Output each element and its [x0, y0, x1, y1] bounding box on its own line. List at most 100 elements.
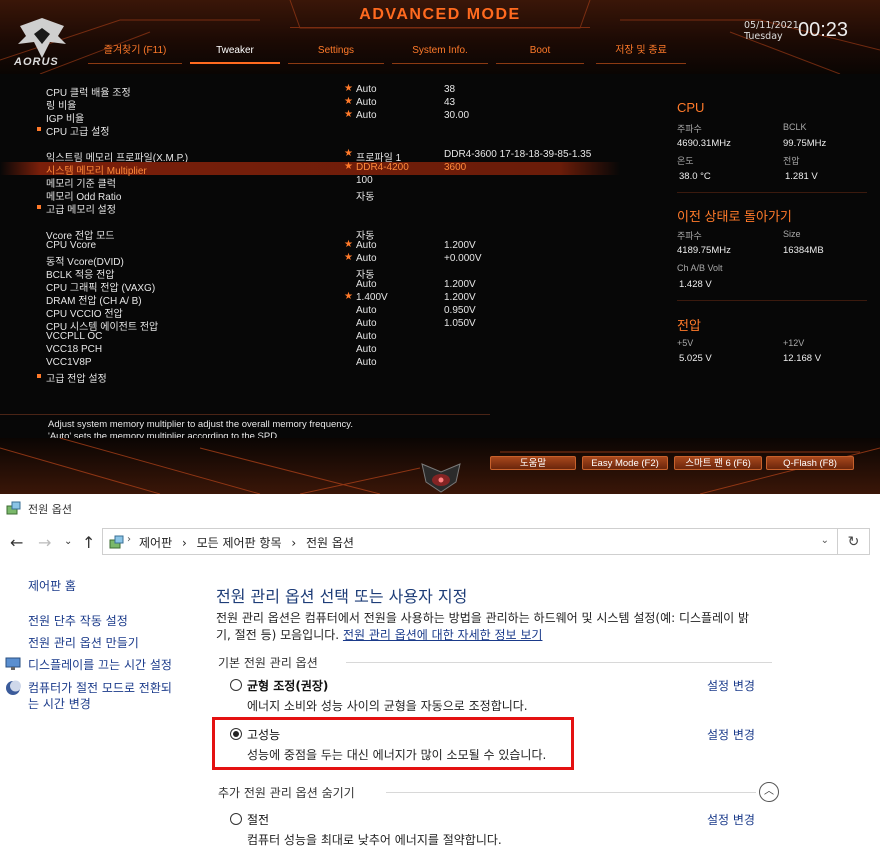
plan-balanced[interactable]: 균형 조정(권장) 에너지 소비와 성능 사이의 균형을 자동으로 조정합니다.	[230, 677, 770, 717]
breadcrumb-item[interactable]: 제어판	[139, 536, 172, 550]
setting-label: VCC1V8P	[46, 357, 92, 368]
setting-row[interactable]: VCC1V8P Auto	[0, 357, 640, 370]
help-button[interactable]: 도움말	[490, 456, 576, 470]
refresh-icon[interactable]: ↻	[838, 528, 870, 555]
setting-value: Auto	[356, 253, 377, 264]
change-settings-link[interactable]: 설정 변경	[707, 726, 755, 743]
breadcrumb-separator-icon: ›	[181, 536, 187, 550]
setting-row[interactable]: CPU 그래픽 전압 (VAXG) Auto 1.200V	[0, 279, 640, 294]
radio-button-selected[interactable]	[230, 728, 242, 740]
setting-submenu[interactable]: 고급 전압 설정	[0, 370, 640, 385]
forward-arrow-icon[interactable]: →	[38, 533, 51, 552]
page-description: 전원 관리 옵션은 컴퓨터에서 전원을 사용하는 방법을 관리하는 하드웨어 및…	[216, 610, 776, 644]
cpu-freq-value: 4690.31MHz	[677, 138, 731, 149]
voltage-heading: 전압	[677, 318, 701, 333]
tab-save-exit[interactable]: 저장 및 종료	[596, 42, 686, 64]
radio-button[interactable]	[230, 813, 242, 825]
setting-row[interactable]: 링 비율 ★ Auto 43	[0, 96, 640, 112]
back-arrow-icon[interactable]: ←	[10, 533, 23, 552]
mem-size-label: Size	[783, 229, 801, 239]
plan-high-performance[interactable]: 고성능 성능에 중점을 두는 대신 에너지가 많이 소모될 수 있습니다.	[230, 726, 770, 766]
sidebar-item-sleep-cont[interactable]: 는 시간 변경	[28, 695, 91, 712]
up-arrow-icon[interactable]: ↑	[82, 533, 95, 552]
star-icon: ★	[344, 96, 353, 107]
sidebar-item-display-off[interactable]: 디스플레이를 끄는 시간 설정	[28, 656, 172, 673]
setting-row[interactable]: CPU Vcore ★ Auto 1.200V	[0, 239, 640, 253]
setting-current-value: DDR4-3600 17-18-18-39-85-1.35	[444, 149, 592, 160]
chab-volt-label: Ch A/B Volt	[677, 263, 723, 273]
setting-current-value: 43	[444, 97, 456, 108]
divider	[677, 300, 867, 301]
hidden-group-label: 추가 전원 관리 옵션 숨기기	[218, 786, 355, 800]
day-text: Tuesday	[744, 31, 783, 42]
sidebar-item-sleep[interactable]: 컴퓨터가 절전 모드로 전환되	[28, 679, 172, 696]
address-bar[interactable]: › 제어판 › 모든 제어판 항목 › 전원 옵션 ⌄	[102, 528, 838, 555]
page-title: 전원 관리 옵션 선택 또는 사용자 지정	[216, 587, 468, 606]
chevron-down-icon[interactable]: ⌄	[821, 535, 829, 546]
setting-row[interactable]: IGP 비율 ★ Auto 30.00	[0, 109, 640, 125]
plan-description: 컴퓨터 성능을 최대로 낮추어 에너지를 절약합니다.	[247, 833, 502, 847]
submenu-bullet-icon	[37, 127, 41, 131]
setting-row[interactable]: CPU 클럭 배율 조정 ★ Auto 38	[0, 83, 640, 99]
description-line: 전원 관리 옵션은 컴퓨터에서 전원을 사용하는 방법을 관리하는 하드웨어 및…	[216, 611, 750, 625]
setting-submenu[interactable]: CPU 고급 설정	[0, 123, 640, 138]
setting-current-value: 1.050V	[444, 318, 476, 329]
setting-submenu[interactable]: 고급 메모리 설정	[0, 201, 640, 216]
tab-boot[interactable]: Boot	[496, 42, 584, 64]
setting-row[interactable]: BCLK 적응 전압 자동	[0, 266, 640, 281]
setting-value: 100	[356, 175, 373, 186]
plan-name: 절전	[247, 813, 270, 827]
setting-value: Auto	[356, 357, 377, 368]
setting-row[interactable]: VCCPLL OC Auto	[0, 331, 640, 344]
setting-row[interactable]: 익스트림 메모리 프로파일(X.M.P.) ★ 프로파일 1 DDR4-3600 17…	[0, 148, 640, 164]
tab-tweaker[interactable]: Tweaker	[190, 42, 280, 64]
radio-button[interactable]	[230, 679, 242, 691]
star-icon: ★	[344, 109, 353, 120]
control-panel-icon	[6, 501, 21, 515]
collapse-chevron-up-icon[interactable]: ︿	[759, 782, 779, 802]
easy-mode-button[interactable]: Easy Mode (F2)	[582, 456, 668, 470]
setting-row[interactable]: CPU 시스템 에이전트 전압 Auto 1.050V	[0, 318, 640, 333]
group-divider	[386, 792, 756, 793]
sidebar-item-create-plan[interactable]: 전원 관리 옵션 만들기	[28, 634, 139, 651]
setting-label: 고급 전압 설정	[46, 374, 107, 385]
setting-row-selected[interactable]: 시스템 메모리 Multiplier ★ DDR4-4200 3600	[0, 161, 640, 177]
setting-row[interactable]: Vcore 전압 모드 자동	[0, 227, 640, 242]
plan-power-saver[interactable]: 절전 컴퓨터 성능을 최대로 낮추어 에너지를 절약합니다.	[230, 811, 770, 851]
setting-current-value: 30.00	[444, 110, 470, 121]
star-icon: ★	[344, 239, 353, 250]
setting-row[interactable]: 메모리 Odd Ratio 자동	[0, 188, 640, 203]
description-text: 기, 절전 등) 모음입니다.	[216, 628, 343, 642]
setting-current-value: +0.000V	[444, 253, 482, 264]
description-line: 기, 절전 등) 모음입니다. 전원 관리 옵션에 대한 자세한 정보 보기	[216, 627, 776, 644]
tab-favorites[interactable]: 즐겨찾기 (F11)	[88, 42, 182, 64]
plan-description: 에너지 소비와 성능 사이의 균형을 자동으로 조정합니다.	[247, 699, 528, 713]
breadcrumb-item[interactable]: 모든 제어판 항목	[197, 536, 282, 550]
setting-row[interactable]: 메모리 기준 클럭 100	[0, 175, 640, 190]
setting-value: Auto	[356, 240, 377, 251]
sidebar-item-power-button[interactable]: 전원 단추 작동 설정	[28, 612, 128, 629]
tab-settings[interactable]: Settings	[288, 42, 384, 64]
tab-system-info[interactable]: System Info.	[392, 42, 488, 64]
breadcrumb-item[interactable]: 전원 옵션	[306, 536, 354, 550]
setting-value: Auto	[356, 110, 377, 121]
navigation-bar: ← → ⌄ ↑ › 제어판 › 모든 제어판 항목 › 전원 옵션 ⌄ ↻	[0, 524, 880, 560]
recent-dropdown-icon[interactable]: ⌄	[64, 536, 72, 547]
qflash-button[interactable]: Q-Flash (F8)	[766, 456, 854, 470]
setting-row[interactable]: VCC18 PCH Auto	[0, 344, 640, 357]
sidebar-item-home[interactable]: 제어판 홈	[28, 577, 76, 594]
star-icon: ★	[344, 148, 353, 159]
setting-row[interactable]: 동적 Vcore(DVID) ★ Auto +0.000V	[0, 252, 640, 268]
change-settings-link[interactable]: 설정 변경	[707, 811, 755, 828]
setting-value: Auto	[356, 279, 377, 290]
change-settings-link[interactable]: 설정 변경	[707, 677, 755, 694]
star-icon: ★	[344, 252, 353, 263]
setting-current-value: 1.200V	[444, 292, 476, 303]
setting-row[interactable]: DRAM 전압 (CH A/ B) ★ 1.400V 1.200V	[0, 291, 640, 307]
smart-fan-button[interactable]: 스마트 팬 6 (F6)	[674, 456, 762, 470]
control-panel-window: 전원 옵션 ← → ⌄ ↑ › 제어판 › 모든 제어판 항목 › 전원 옵션 …	[0, 494, 880, 854]
setting-row[interactable]: CPU VCCIO 전압 Auto 0.950V	[0, 305, 640, 320]
setting-value: Auto	[356, 84, 377, 95]
cpu-volt-value: 1.281 V	[785, 171, 818, 182]
more-info-link[interactable]: 전원 관리 옵션에 대한 자세한 정보 보기	[343, 628, 543, 642]
